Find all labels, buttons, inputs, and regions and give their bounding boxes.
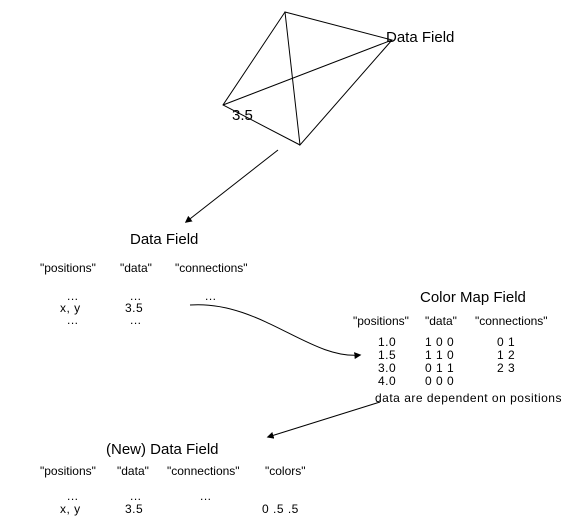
nf-col-connections: "connections": [167, 465, 240, 477]
cm-r1-c: 1 2: [497, 349, 515, 361]
cm-r1-p: 1.5: [378, 349, 396, 361]
nf-col-data: "data": [117, 465, 149, 477]
cm-r2-c: 2 3: [497, 362, 515, 374]
df-col-data: "data": [120, 262, 152, 274]
cm-r3-d: 0 0 0: [425, 375, 454, 387]
df-col-connections: "connections": [175, 262, 248, 274]
nf-col-positions: "positions": [40, 465, 96, 477]
cm-col-positions: "positions": [353, 315, 409, 327]
diagram-stage: Data Field 3.5 Data Field "positions" "d…: [0, 0, 571, 521]
df-e4: ...: [67, 314, 79, 326]
cm-note: data are dependent on positions: [375, 392, 562, 404]
cm-r3-p: 4.0: [378, 375, 396, 387]
colormap-title: Color Map Field: [420, 290, 526, 305]
cm-r2-d: 0 1 1: [425, 362, 454, 374]
cm-r0-c: 0 1: [497, 336, 515, 348]
geom-value: 3.5: [232, 108, 253, 123]
nf-e1: ...: [67, 490, 79, 502]
df-col-positions: "positions": [40, 262, 96, 274]
cm-r2-p: 3.0: [378, 362, 396, 374]
nf-e3: ...: [200, 490, 212, 502]
nf-e2: ...: [130, 490, 142, 502]
cm-r1-d: 1 1 0: [425, 349, 454, 361]
nf-row-colors: 0 .5 .5: [262, 503, 299, 515]
nf-e4: ...: [67, 515, 79, 521]
tetrahedron: [223, 12, 392, 145]
data-field-title: Data Field: [130, 232, 198, 247]
geom-label: Data Field: [386, 30, 454, 45]
new-field-title: (New) Data Field: [106, 442, 219, 457]
cm-col-data: "data": [425, 315, 457, 327]
cm-r0-p: 1.0: [378, 336, 396, 348]
nf-col-colors: "colors": [265, 465, 306, 477]
df-e3: ...: [205, 290, 217, 302]
cm-col-connections: "connections": [475, 315, 548, 327]
nf-e5: ...: [130, 515, 142, 521]
df-e5: ...: [130, 314, 142, 326]
cm-r0-d: 1 0 0: [425, 336, 454, 348]
